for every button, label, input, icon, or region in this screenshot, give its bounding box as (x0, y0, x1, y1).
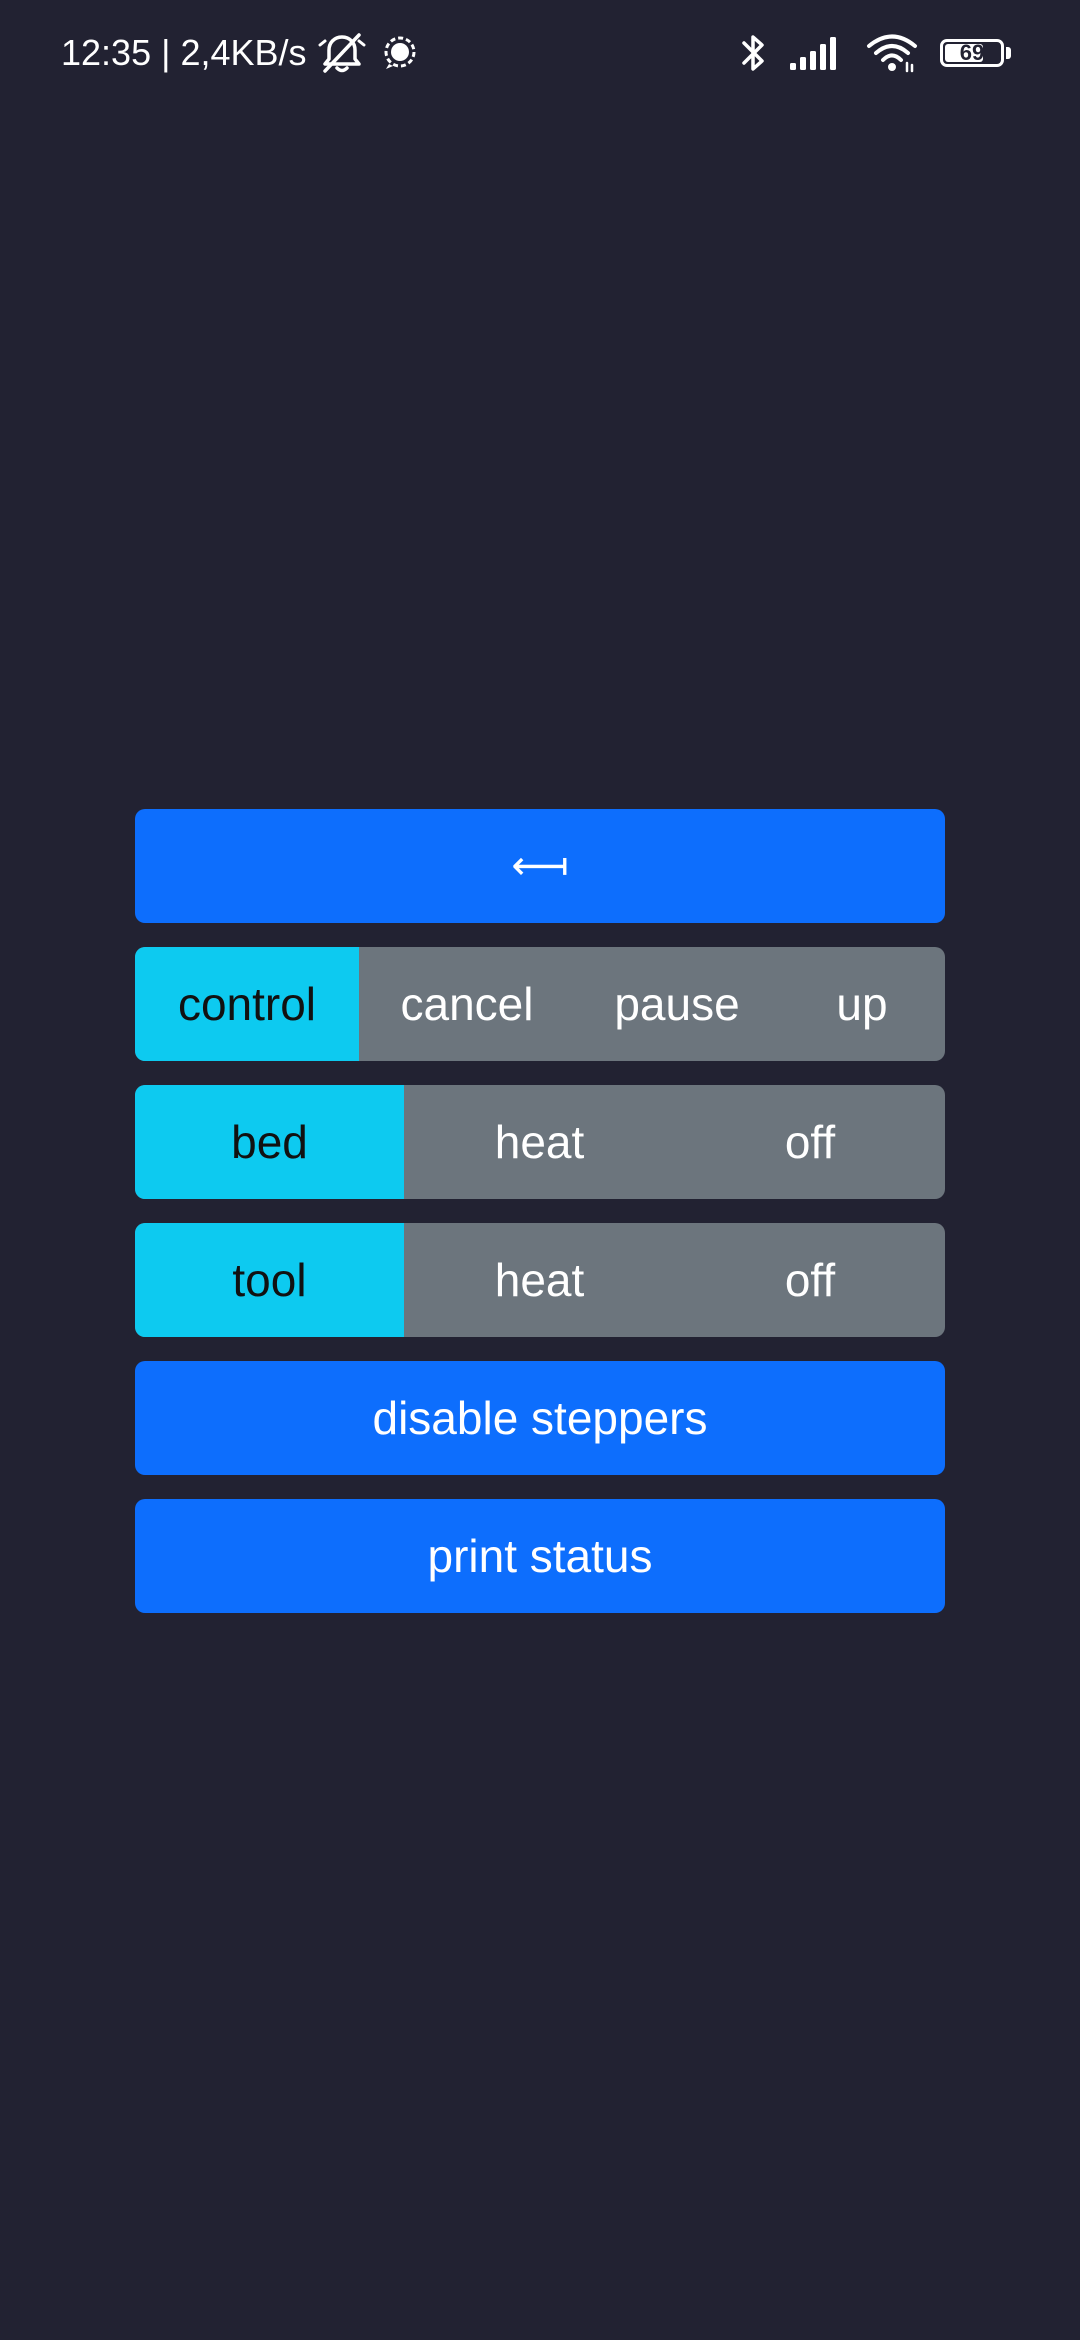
cancel-button[interactable]: cancel (359, 947, 575, 1061)
disable-steppers-button[interactable]: disable steppers (135, 1361, 945, 1475)
tool-group-label: tool (135, 1223, 404, 1337)
tool-off-button[interactable]: off (675, 1223, 945, 1337)
control-group-label: control (135, 947, 359, 1061)
back-button[interactable]: ⟻ (135, 809, 945, 923)
bluetooth-icon (740, 32, 768, 74)
bed-button-group: bed heat off (135, 1085, 945, 1199)
bed-heat-button[interactable]: heat (404, 1085, 675, 1199)
control-panel: ⟻ control cancel pause up bed heat off t… (135, 809, 945, 1637)
battery-level: 69 (959, 40, 985, 65)
disable-steppers-label: disable steppers (372, 1392, 708, 1444)
control-button-group: control cancel pause up (135, 947, 945, 1061)
signal-icon (790, 35, 844, 71)
up-button[interactable]: up (779, 947, 945, 1061)
notifications-off-icon (317, 31, 367, 75)
tool-button-group: tool heat off (135, 1223, 945, 1337)
tool-heat-button[interactable]: heat (404, 1223, 675, 1337)
bed-group-label: bed (135, 1085, 404, 1199)
chat-bubble-icon (381, 34, 419, 72)
status-bar: 12:35 | 2,4KB/s 69 (0, 0, 1080, 104)
wifi-icon (866, 33, 918, 73)
status-time-speed: 12:35 | 2,4KB/s (61, 32, 307, 73)
bed-off-button[interactable]: off (675, 1085, 945, 1199)
back-arrow-icon: ⟻ (511, 843, 569, 889)
battery-nub (1006, 47, 1011, 59)
battery-icon: 69 (940, 37, 1012, 69)
status-right: 69 (718, 28, 1012, 78)
status-left: 12:35 | 2,4KB/s (61, 28, 419, 78)
pause-button[interactable]: pause (575, 947, 779, 1061)
print-status-label: print status (427, 1530, 653, 1582)
print-status-button[interactable]: print status (135, 1499, 945, 1613)
